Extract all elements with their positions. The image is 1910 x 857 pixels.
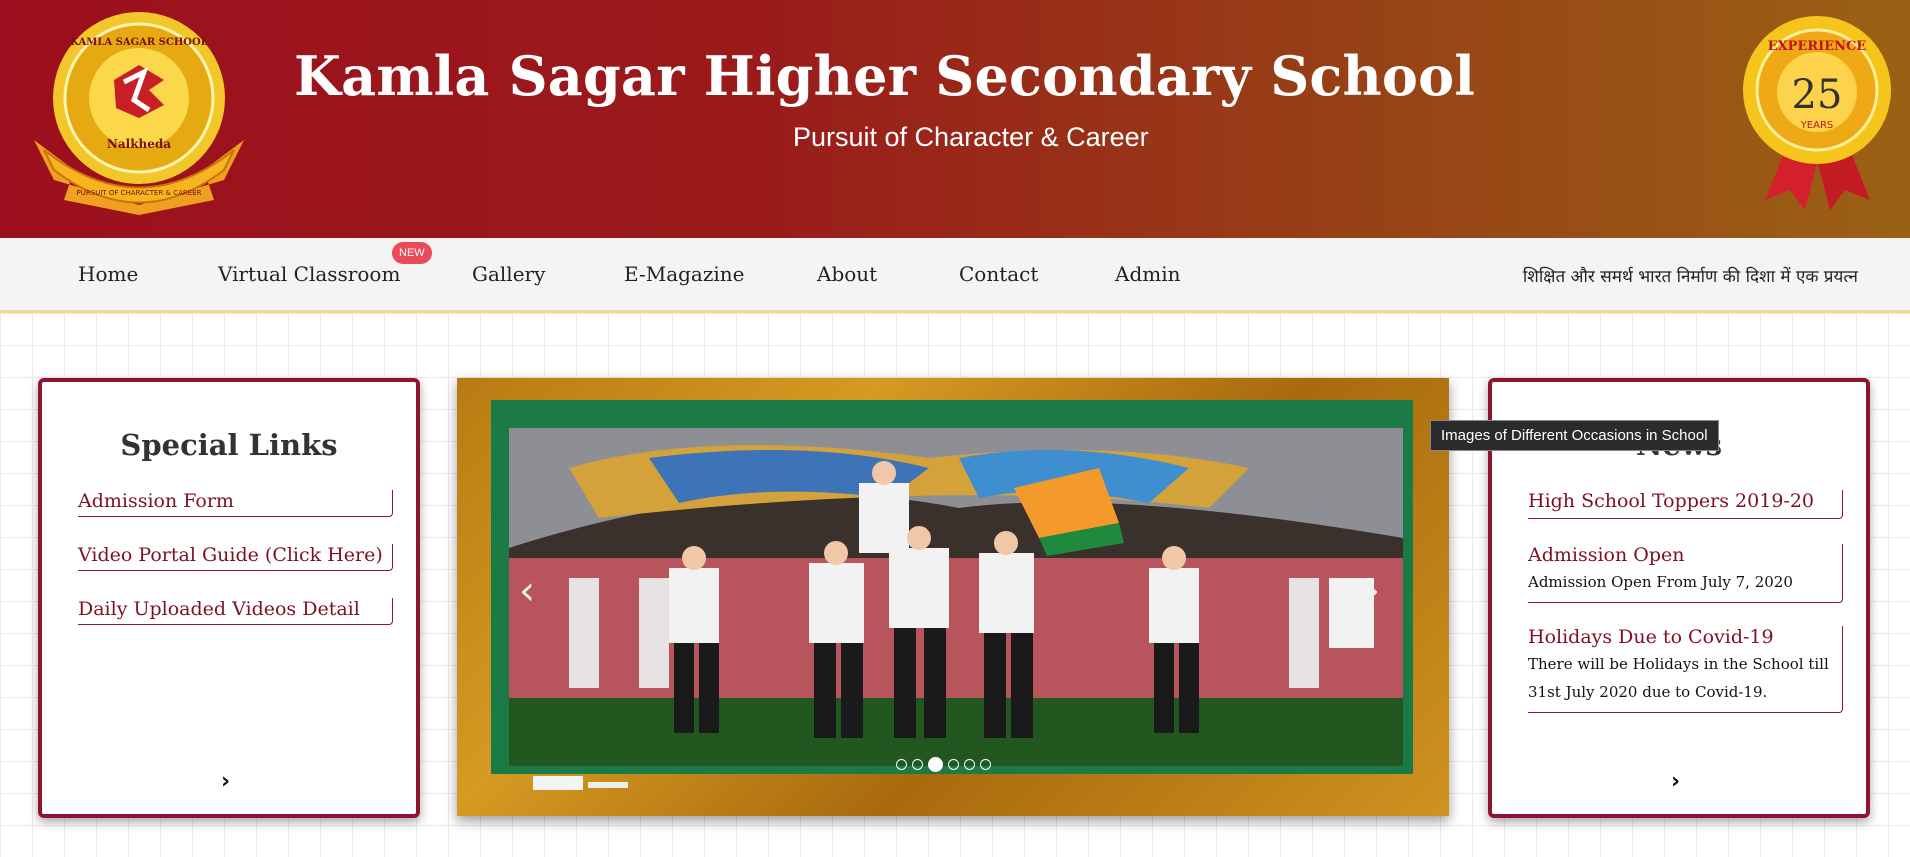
svg-text:Nalkheda: Nalkheda: [107, 137, 171, 151]
slide-image: [509, 428, 1403, 766]
hindi-slogan: शिक्षित और समर्थ भारत निर्माण की दिशा मे…: [1522, 267, 1858, 287]
nav-contact[interactable]: Contact: [959, 262, 1038, 286]
news-next-arrow-icon[interactable]: ›: [1671, 769, 1680, 794]
school-title: Kamla Sagar Higher Secondary School: [294, 44, 1476, 108]
news-item-body: There will be Holidays in the School til…: [1528, 655, 1829, 701]
nav-about[interactable]: About: [817, 262, 877, 286]
nav-home[interactable]: Home: [78, 262, 138, 286]
slider-dot[interactable]: [948, 759, 959, 770]
slide-photo: [509, 428, 1403, 766]
school-tagline: Pursuit of Character & Career: [793, 122, 1149, 152]
special-link-video-portal-guide[interactable]: Video Portal Guide (Click Here): [78, 544, 393, 571]
experience-badge: EXPERIENCE 25 YEARS: [1743, 16, 1891, 210]
nav-admin[interactable]: Admin: [1115, 262, 1181, 286]
special-links-card: Special Links Admission Form Video Porta…: [38, 378, 420, 818]
special-link-admission-form[interactable]: Admission Form: [78, 490, 393, 517]
main-navigation: Home Virtual Classroom Gallery E-Magazin…: [0, 238, 1910, 313]
news-item-title[interactable]: Admission Open: [1528, 544, 1842, 566]
svg-text:EXPERIENCE: EXPERIENCE: [1768, 39, 1867, 54]
slider-dot[interactable]: [912, 759, 923, 770]
slider-dot[interactable]: [980, 759, 991, 770]
nav-virtual-classroom[interactable]: Virtual Classroom: [218, 262, 400, 286]
news-item[interactable]: Holidays Due to Covid-19 There will be H…: [1528, 626, 1843, 713]
svg-text:YEARS: YEARS: [1800, 120, 1834, 131]
nav-e-magazine[interactable]: E-Magazine: [624, 262, 745, 286]
svg-text:PURSUIT OF CHARACTER & CAREER: PURSUIT OF CHARACTER & CAREER: [77, 189, 202, 197]
slider-dot[interactable]: [896, 759, 907, 770]
special-links-next-arrow-icon[interactable]: ›: [221, 769, 230, 794]
slider-dot-active[interactable]: [928, 757, 943, 772]
news-item[interactable]: High School Toppers 2019-20: [1528, 490, 1843, 519]
news-item[interactable]: Admission Open Admission Open From July …: [1528, 544, 1843, 603]
slider-dot[interactable]: [964, 759, 975, 770]
news-item-body: Admission Open From July 7, 2020: [1528, 573, 1793, 591]
site-header: Nalkheda KAMLA SAGAR SCHOOL PURSUIT OF C…: [0, 0, 1910, 238]
slider-pagination: [896, 754, 996, 772]
slider-tooltip: Images of Different Occasions in School: [1430, 420, 1719, 451]
nav-gallery[interactable]: Gallery: [472, 262, 545, 286]
svg-text:KAMLA SAGAR SCHOOL: KAMLA SAGAR SCHOOL: [70, 37, 208, 48]
new-badge: NEW: [392, 242, 432, 264]
slider-prev-chevron-icon[interactable]: ‹: [519, 568, 535, 614]
image-slider: ‹ ›: [457, 378, 1449, 816]
news-item-title[interactable]: High School Toppers 2019-20: [1528, 490, 1842, 512]
news-item-title[interactable]: Holidays Due to Covid-19: [1528, 626, 1842, 648]
special-link-daily-videos[interactable]: Daily Uploaded Videos Detail: [78, 598, 393, 625]
svg-text:25: 25: [1792, 72, 1843, 118]
school-logo[interactable]: Nalkheda KAMLA SAGAR SCHOOL PURSUIT OF C…: [24, 10, 254, 225]
special-links-title: Special Links: [120, 428, 338, 462]
slider-next-chevron-icon[interactable]: ›: [1364, 568, 1380, 614]
chalk-duster-icon: [533, 776, 628, 790]
